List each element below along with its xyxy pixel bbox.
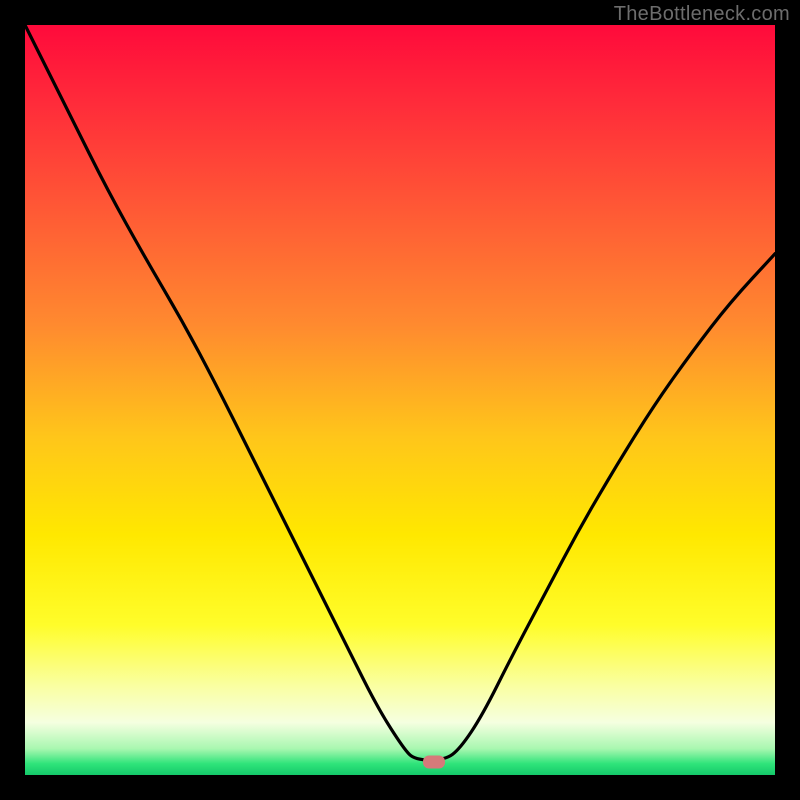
- optimum-marker: [423, 755, 445, 768]
- chart-svg: [25, 25, 775, 775]
- gradient-background: [25, 25, 775, 775]
- chart-frame: TheBottleneck.com: [0, 0, 800, 800]
- attribution-label: TheBottleneck.com: [614, 3, 790, 26]
- plot-area: [25, 25, 775, 775]
